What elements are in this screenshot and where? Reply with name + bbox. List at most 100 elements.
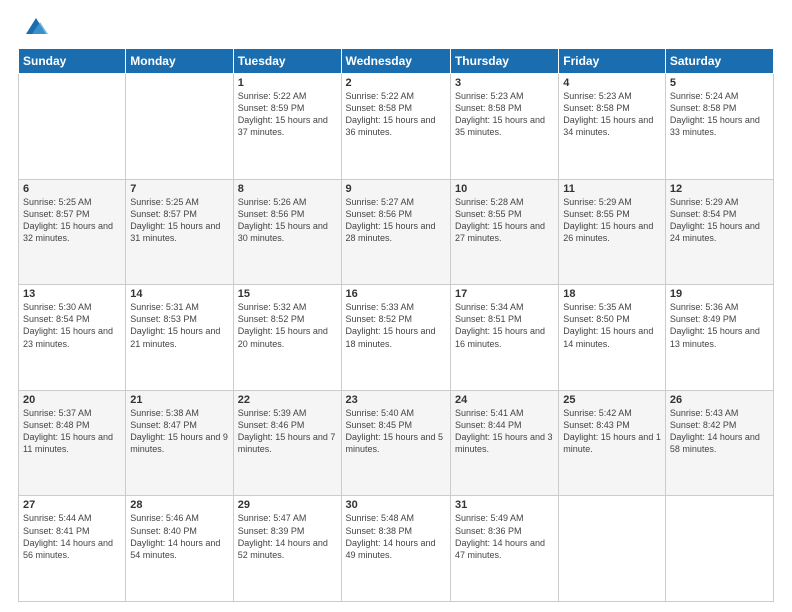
day-info: Sunrise: 5:25 AM Sunset: 8:57 PM Dayligh… [130,196,228,245]
day-info: Sunrise: 5:37 AM Sunset: 8:48 PM Dayligh… [23,407,121,456]
day-number: 16 [346,288,446,300]
day-number: 25 [563,394,661,406]
day-number: 12 [670,183,769,195]
day-cell [665,496,773,602]
day-cell: 31Sunrise: 5:49 AM Sunset: 8:36 PM Dayli… [450,496,558,602]
day-number: 18 [563,288,661,300]
header-cell-wednesday: Wednesday [341,49,450,74]
day-cell: 3Sunrise: 5:23 AM Sunset: 8:58 PM Daylig… [450,74,558,180]
day-info: Sunrise: 5:33 AM Sunset: 8:52 PM Dayligh… [346,301,446,350]
calendar-header: SundayMondayTuesdayWednesdayThursdayFrid… [19,49,774,74]
day-info: Sunrise: 5:49 AM Sunset: 8:36 PM Dayligh… [455,512,554,561]
header-cell-tuesday: Tuesday [233,49,341,74]
day-cell [19,74,126,180]
header-cell-monday: Monday [126,49,233,74]
day-cell: 18Sunrise: 5:35 AM Sunset: 8:50 PM Dayli… [559,285,666,391]
day-cell: 22Sunrise: 5:39 AM Sunset: 8:46 PM Dayli… [233,390,341,496]
day-info: Sunrise: 5:48 AM Sunset: 8:38 PM Dayligh… [346,512,446,561]
day-info: Sunrise: 5:22 AM Sunset: 8:58 PM Dayligh… [346,90,446,139]
day-info: Sunrise: 5:27 AM Sunset: 8:56 PM Dayligh… [346,196,446,245]
day-cell [126,74,233,180]
day-number: 21 [130,394,228,406]
day-info: Sunrise: 5:34 AM Sunset: 8:51 PM Dayligh… [455,301,554,350]
day-cell: 10Sunrise: 5:28 AM Sunset: 8:55 PM Dayli… [450,179,558,285]
day-info: Sunrise: 5:40 AM Sunset: 8:45 PM Dayligh… [346,407,446,456]
logo [18,16,50,40]
day-info: Sunrise: 5:35 AM Sunset: 8:50 PM Dayligh… [563,301,661,350]
day-info: Sunrise: 5:31 AM Sunset: 8:53 PM Dayligh… [130,301,228,350]
day-info: Sunrise: 5:29 AM Sunset: 8:54 PM Dayligh… [670,196,769,245]
day-number: 26 [670,394,769,406]
day-cell: 24Sunrise: 5:41 AM Sunset: 8:44 PM Dayli… [450,390,558,496]
week-row-0: 1Sunrise: 5:22 AM Sunset: 8:59 PM Daylig… [19,74,774,180]
day-number: 24 [455,394,554,406]
day-cell: 30Sunrise: 5:48 AM Sunset: 8:38 PM Dayli… [341,496,450,602]
day-cell [559,496,666,602]
header-cell-friday: Friday [559,49,666,74]
day-number: 15 [238,288,337,300]
day-number: 8 [238,183,337,195]
day-cell: 8Sunrise: 5:26 AM Sunset: 8:56 PM Daylig… [233,179,341,285]
day-cell: 28Sunrise: 5:46 AM Sunset: 8:40 PM Dayli… [126,496,233,602]
day-number: 5 [670,77,769,89]
header-cell-thursday: Thursday [450,49,558,74]
week-row-3: 20Sunrise: 5:37 AM Sunset: 8:48 PM Dayli… [19,390,774,496]
day-cell: 15Sunrise: 5:32 AM Sunset: 8:52 PM Dayli… [233,285,341,391]
week-row-2: 13Sunrise: 5:30 AM Sunset: 8:54 PM Dayli… [19,285,774,391]
day-cell: 14Sunrise: 5:31 AM Sunset: 8:53 PM Dayli… [126,285,233,391]
day-number: 23 [346,394,446,406]
day-cell: 20Sunrise: 5:37 AM Sunset: 8:48 PM Dayli… [19,390,126,496]
day-info: Sunrise: 5:43 AM Sunset: 8:42 PM Dayligh… [670,407,769,456]
day-number: 20 [23,394,121,406]
day-number: 27 [23,499,121,511]
day-number: 17 [455,288,554,300]
day-number: 9 [346,183,446,195]
day-info: Sunrise: 5:24 AM Sunset: 8:58 PM Dayligh… [670,90,769,139]
day-number: 14 [130,288,228,300]
day-info: Sunrise: 5:38 AM Sunset: 8:47 PM Dayligh… [130,407,228,456]
day-number: 7 [130,183,228,195]
day-number: 2 [346,77,446,89]
day-number: 1 [238,77,337,89]
week-row-4: 27Sunrise: 5:44 AM Sunset: 8:41 PM Dayli… [19,496,774,602]
day-cell: 25Sunrise: 5:42 AM Sunset: 8:43 PM Dayli… [559,390,666,496]
header [18,16,774,40]
day-info: Sunrise: 5:30 AM Sunset: 8:54 PM Dayligh… [23,301,121,350]
day-cell: 2Sunrise: 5:22 AM Sunset: 8:58 PM Daylig… [341,74,450,180]
header-cell-saturday: Saturday [665,49,773,74]
day-cell: 13Sunrise: 5:30 AM Sunset: 8:54 PM Dayli… [19,285,126,391]
day-info: Sunrise: 5:36 AM Sunset: 8:49 PM Dayligh… [670,301,769,350]
day-info: Sunrise: 5:28 AM Sunset: 8:55 PM Dayligh… [455,196,554,245]
page: SundayMondayTuesdayWednesdayThursdayFrid… [0,0,792,612]
day-cell: 27Sunrise: 5:44 AM Sunset: 8:41 PM Dayli… [19,496,126,602]
day-number: 22 [238,394,337,406]
day-number: 30 [346,499,446,511]
day-number: 11 [563,183,661,195]
day-info: Sunrise: 5:32 AM Sunset: 8:52 PM Dayligh… [238,301,337,350]
day-cell: 11Sunrise: 5:29 AM Sunset: 8:55 PM Dayli… [559,179,666,285]
day-cell: 7Sunrise: 5:25 AM Sunset: 8:57 PM Daylig… [126,179,233,285]
day-cell: 12Sunrise: 5:29 AM Sunset: 8:54 PM Dayli… [665,179,773,285]
day-info: Sunrise: 5:23 AM Sunset: 8:58 PM Dayligh… [563,90,661,139]
day-info: Sunrise: 5:42 AM Sunset: 8:43 PM Dayligh… [563,407,661,456]
day-info: Sunrise: 5:46 AM Sunset: 8:40 PM Dayligh… [130,512,228,561]
week-row-1: 6Sunrise: 5:25 AM Sunset: 8:57 PM Daylig… [19,179,774,285]
day-cell: 29Sunrise: 5:47 AM Sunset: 8:39 PM Dayli… [233,496,341,602]
day-cell: 5Sunrise: 5:24 AM Sunset: 8:58 PM Daylig… [665,74,773,180]
day-info: Sunrise: 5:39 AM Sunset: 8:46 PM Dayligh… [238,407,337,456]
day-cell: 23Sunrise: 5:40 AM Sunset: 8:45 PM Dayli… [341,390,450,496]
day-info: Sunrise: 5:29 AM Sunset: 8:55 PM Dayligh… [563,196,661,245]
day-info: Sunrise: 5:44 AM Sunset: 8:41 PM Dayligh… [23,512,121,561]
day-number: 6 [23,183,121,195]
day-info: Sunrise: 5:22 AM Sunset: 8:59 PM Dayligh… [238,90,337,139]
day-number: 19 [670,288,769,300]
day-info: Sunrise: 5:23 AM Sunset: 8:58 PM Dayligh… [455,90,554,139]
day-cell: 6Sunrise: 5:25 AM Sunset: 8:57 PM Daylig… [19,179,126,285]
day-number: 13 [23,288,121,300]
day-number: 31 [455,499,554,511]
day-number: 29 [238,499,337,511]
calendar-body: 1Sunrise: 5:22 AM Sunset: 8:59 PM Daylig… [19,74,774,602]
day-info: Sunrise: 5:25 AM Sunset: 8:57 PM Dayligh… [23,196,121,245]
day-cell: 19Sunrise: 5:36 AM Sunset: 8:49 PM Dayli… [665,285,773,391]
day-cell: 21Sunrise: 5:38 AM Sunset: 8:47 PM Dayli… [126,390,233,496]
